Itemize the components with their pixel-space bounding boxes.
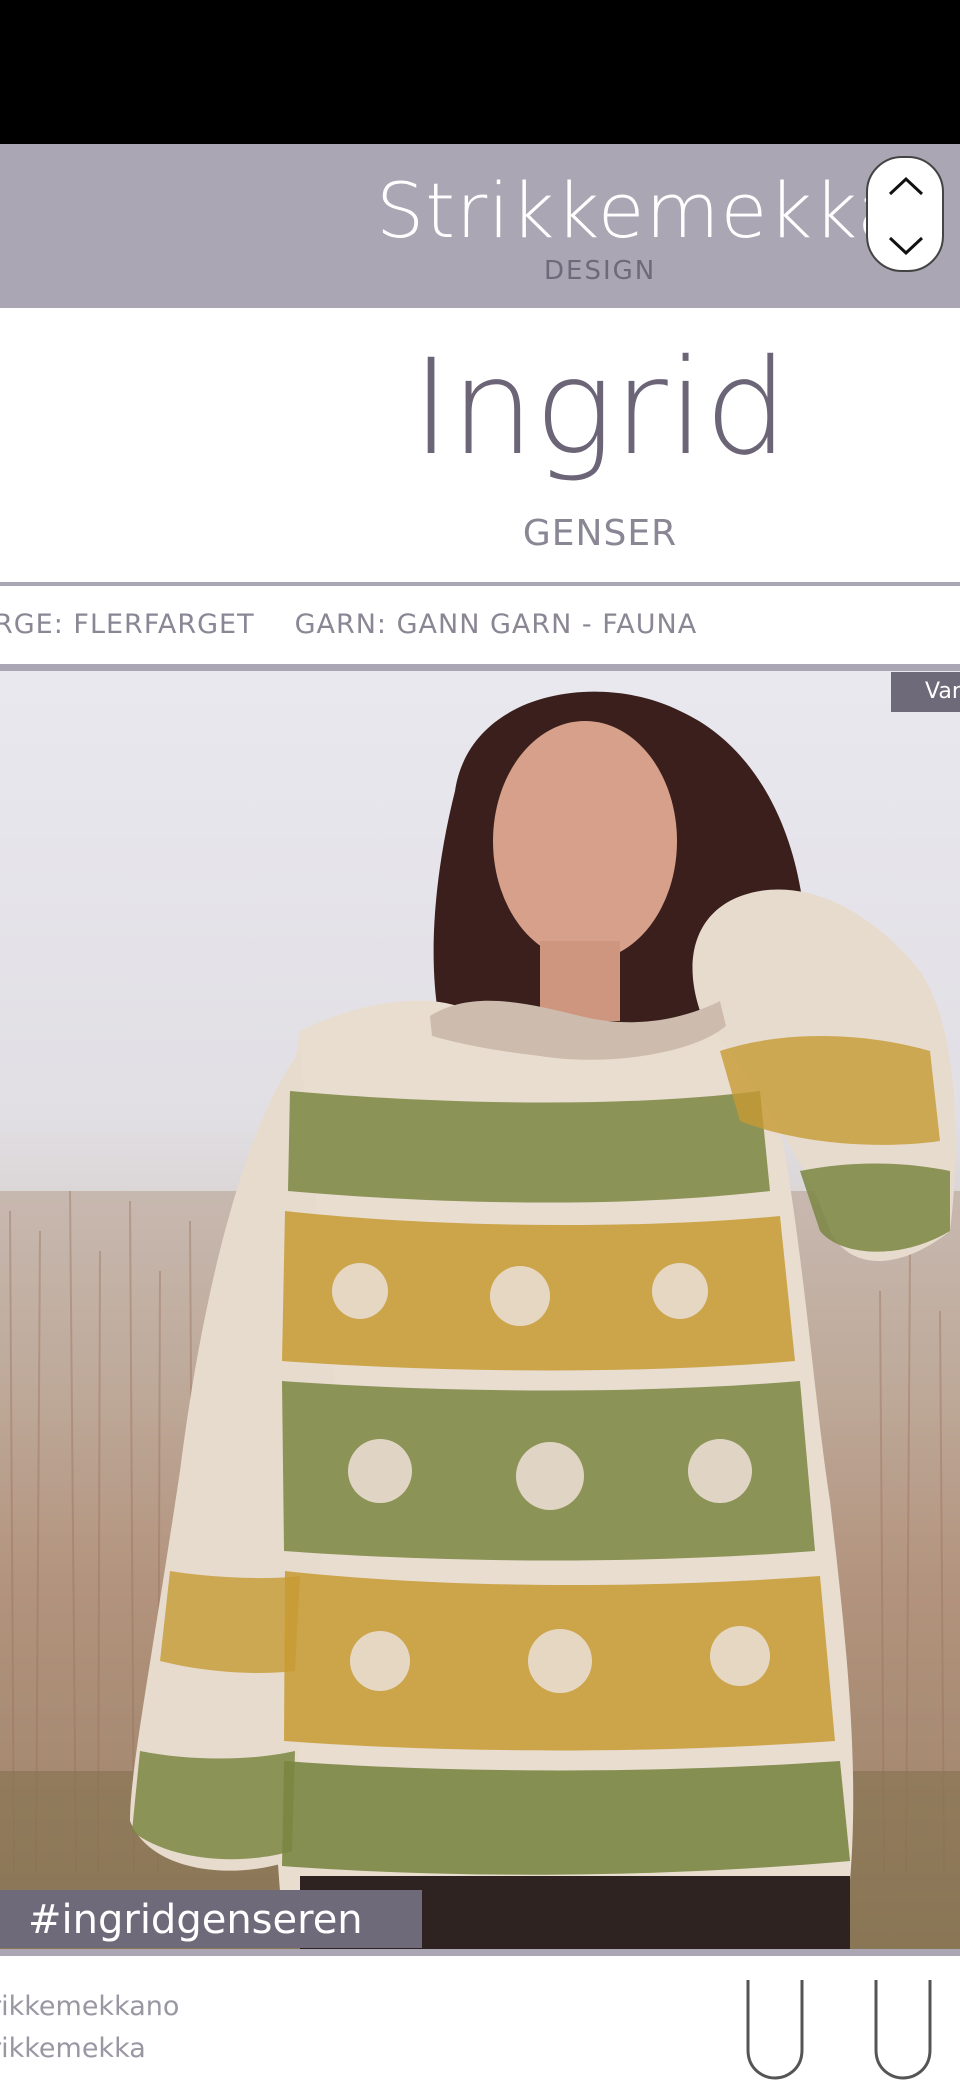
chevron-up-icon[interactable] — [887, 174, 925, 198]
hashtag-text: #ingridgenseren — [28, 1897, 363, 1943]
hashtag-banner: #ingridgenseren — [0, 1890, 422, 1948]
corner-tab[interactable]: Van — [891, 672, 960, 712]
color-info: RGE: FLERFARGET — [0, 609, 255, 640]
pattern-type: GENSER — [522, 513, 678, 554]
social-handle-1[interactable]: rikkemekkano — [0, 1990, 179, 2024]
corner-tab-label: Van — [925, 679, 960, 704]
page-nav-toggle[interactable] — [866, 156, 944, 272]
face — [493, 721, 677, 961]
pattern-name: Ingrid — [411, 331, 789, 485]
chevron-down-icon[interactable] — [887, 234, 925, 258]
divider — [0, 1949, 960, 1956]
pattern-title-block: Ingrid GENSER — [0, 308, 960, 584]
divider — [0, 664, 960, 671]
hanger-icon — [874, 1980, 932, 2080]
status-bar — [0, 0, 960, 144]
social-handle-2[interactable]: rikkemekka — [0, 2032, 146, 2066]
brand-subtitle: DESIGN — [544, 256, 657, 286]
brand-header: Strikkemekka DESIGN — [0, 144, 960, 308]
yarn-info: GARN: GANN GARN - FAUNA — [294, 609, 698, 640]
brand-name: Strikkemekka — [376, 166, 905, 255]
hero-photo — [0, 671, 960, 1949]
footer: rikkemekkano rikkemekka — [0, 1956, 960, 2081]
pattern-info-strip: RGE: FLERFARGET GARN: GANN GARN - FAUNA — [0, 586, 960, 666]
hanger-icon — [746, 1980, 804, 2080]
